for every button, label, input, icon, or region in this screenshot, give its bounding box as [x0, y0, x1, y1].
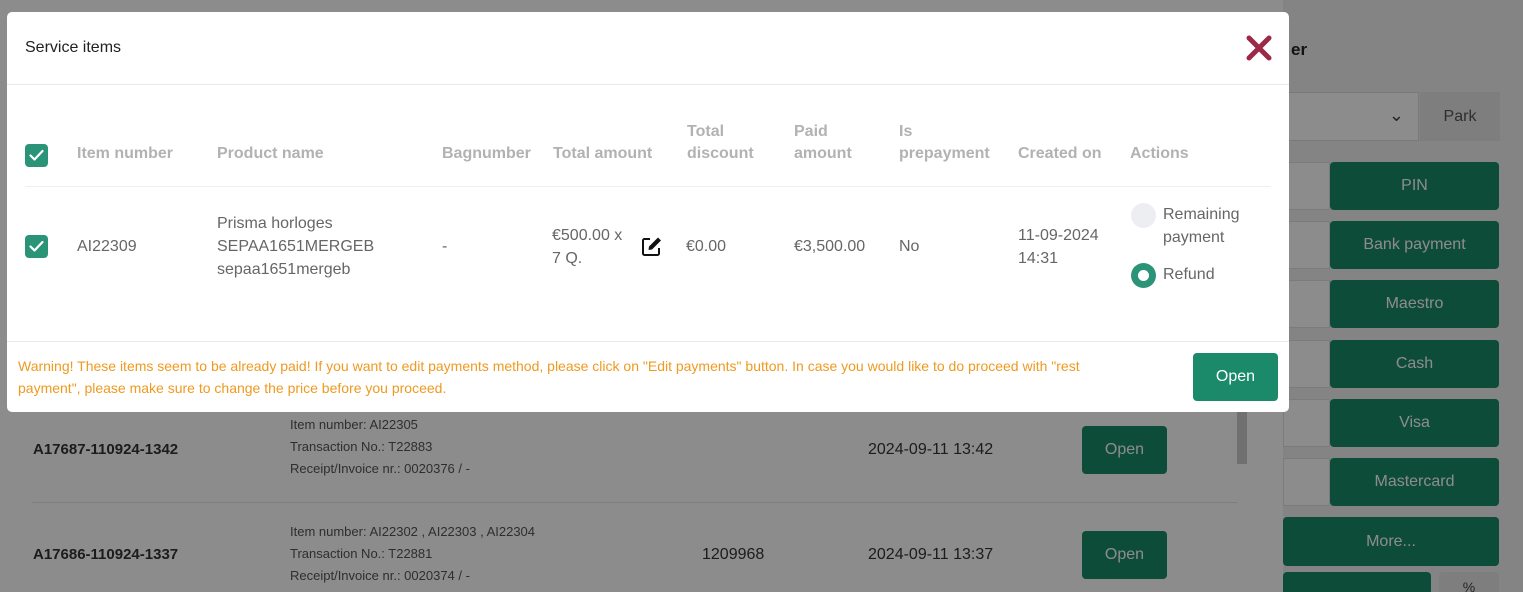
created-on-cell: 11-09-2024 14:31 — [1018, 224, 1099, 270]
open-button[interactable]: Open — [1193, 353, 1278, 401]
column-header-product-name: Product name — [217, 145, 324, 162]
column-header-created-on: Created on — [1018, 145, 1102, 162]
remaining-payment-label[interactable]: Remaining payment — [1163, 203, 1239, 249]
service-items-modal: Service items Item number Product name B… — [7, 12, 1289, 412]
paid-amount-cell: €3,500.00 — [794, 238, 866, 255]
total-discount-cell: €0.00 — [686, 238, 727, 255]
remaining-payment-radio[interactable] — [1131, 203, 1156, 228]
bagnumber-cell: - — [442, 238, 448, 255]
product-name-cell: Prisma horloges SEPAA1651MERGEB sepaa165… — [217, 212, 374, 281]
footer-divider — [7, 341, 1289, 342]
remaining-payment-label-line: Remaining — [1163, 206, 1240, 223]
total-amount-quantity: 7 Q. — [552, 250, 583, 267]
column-header-paid-amount: Paid amount — [794, 123, 852, 162]
modal-title: Service items — [25, 39, 122, 56]
total-amount-price: €500.00 x — [552, 227, 623, 244]
refund-radio[interactable] — [1131, 263, 1156, 288]
product-sku-line: SEPAA1651MERGEB — [217, 238, 375, 255]
refund-label[interactable]: Refund — [1163, 263, 1215, 286]
product-name-line: Prisma horloges — [217, 215, 333, 232]
created-on-time: 14:31 — [1018, 250, 1059, 267]
column-header-actions: Actions — [1130, 145, 1189, 162]
column-header-total-discount: Total discount — [687, 123, 754, 162]
column-header-bagnumber: Bagnumber — [442, 145, 531, 162]
column-header-item-number: Item number — [77, 145, 174, 162]
column-header-is-prepayment: Is prepayment — [899, 123, 990, 162]
is-prepayment-cell: No — [899, 238, 920, 255]
edit-icon[interactable] — [641, 235, 663, 257]
warning-line: payment", please make sure to change the… — [18, 380, 447, 396]
product-code-line: sepaa1651mergeb — [217, 261, 351, 278]
row-checkbox[interactable] — [25, 235, 48, 258]
warning-line: Warning! These items seem to be already … — [18, 358, 1080, 374]
table-header: Item number Product name Bagnumber Total… — [7, 118, 1289, 186]
remaining-payment-label-line: payment — [1163, 229, 1225, 246]
total-amount-cell: €500.00 x 7 Q. — [552, 224, 622, 270]
created-on-date: 11-09-2024 — [1018, 227, 1099, 244]
already-paid-warning: Warning! These items seem to be already … — [18, 355, 1168, 399]
close-icon[interactable] — [1243, 32, 1275, 64]
select-all-checkbox[interactable] — [25, 144, 48, 167]
column-header-total-amount: Total amount — [553, 145, 653, 162]
item-number-cell: AI22309 — [77, 238, 137, 255]
header-divider — [25, 186, 1271, 187]
modal-header: Service items — [7, 12, 1289, 85]
